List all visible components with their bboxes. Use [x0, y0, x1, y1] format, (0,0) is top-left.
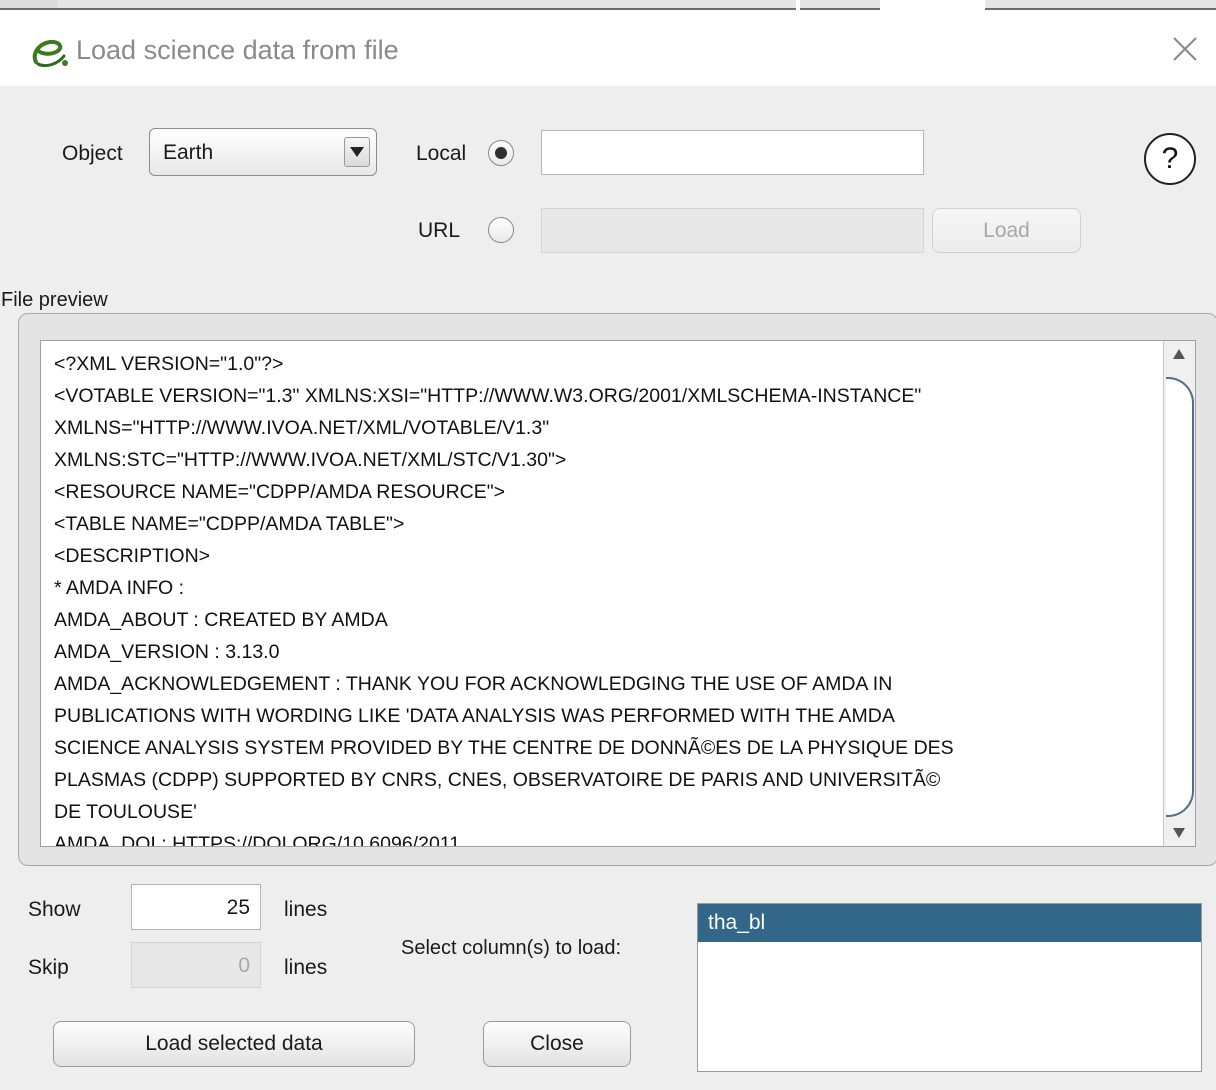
preview-line: <?XML VERSION="1.0"?> — [54, 353, 284, 375]
preview-line: AMDA_ACKNOWLEDGEMENT : THANK YOU FOR ACK… — [54, 673, 893, 695]
chevron-down-icon — [350, 147, 364, 157]
preview-line: <VOTABLE VERSION="1.3" XMLNS:XSI="HTTP:/… — [54, 385, 922, 407]
url-label: URL — [418, 219, 461, 242]
preview-line: XMLNS="HTTP://WWW.IVOA.NET/XML/VOTABLE/V… — [54, 417, 550, 439]
local-file-input[interactable] — [541, 130, 924, 175]
file-preview-textarea[interactable]: <?XML VERSION="1.0"?> <VOTABLE VERSION="… — [40, 340, 1196, 847]
column-list-item[interactable]: tha_bl — [698, 904, 1201, 942]
background-tab — [58, 0, 796, 10]
preview-line: PLASMAS (CDPP) SUPPORTED BY CNRS, CNES, … — [54, 769, 941, 791]
preview-line: AMDA_ABOUT : CREATED BY AMDA — [54, 609, 388, 631]
local-radio[interactable] — [488, 140, 514, 166]
background-tab — [0, 0, 58, 10]
object-label: Object — [62, 142, 123, 165]
close-button[interactable]: Close — [483, 1021, 631, 1067]
preview-line: <DESCRIPTION> — [54, 545, 211, 567]
app-logo-icon — [30, 34, 70, 70]
skip-label: Skip — [28, 956, 69, 979]
select-columns-label: Select column(s) to load: — [401, 937, 622, 959]
show-lines-input[interactable]: 25 — [131, 884, 261, 930]
preview-line: * AMDA INFO : — [54, 577, 185, 599]
scroll-down-arrow-icon[interactable] — [1167, 821, 1191, 843]
preview-line: <RESOURCE NAME="CDPP/AMDA RESOURCE"> — [54, 481, 506, 503]
dialog-title: Load science data from file — [76, 35, 399, 65]
background-tab — [800, 0, 880, 10]
dialog-title-bar[interactable]: Load science data from file — [0, 12, 1216, 86]
background-window-strip — [0, 0, 1216, 12]
scrollbar-thumb[interactable] — [1166, 377, 1194, 817]
radio-selected-dot — [495, 147, 507, 159]
scroll-up-arrow-icon[interactable] — [1167, 344, 1191, 366]
skip-unit-label: lines — [284, 956, 328, 979]
preview-scrollbar[interactable] — [1163, 341, 1195, 846]
background-tab — [985, 0, 1216, 10]
dropdown-arrow-button[interactable] — [344, 137, 370, 167]
file-preview-title: File preview — [1, 289, 108, 311]
skip-lines-input[interactable]: 0 — [131, 942, 261, 988]
columns-list[interactable]: tha_bl — [697, 903, 1202, 1072]
preview-line: XMLNS:STC="HTTP://WWW.IVOA.NET/XML/STC/V… — [54, 449, 567, 471]
preview-line: AMDA_DOI : HTTPS://DOI.ORG/10.6096/2011 — [54, 833, 461, 847]
show-unit-label: lines — [284, 898, 328, 921]
load-selected-data-button[interactable]: Load selected data — [53, 1021, 415, 1067]
load-url-button[interactable]: Load — [932, 208, 1081, 253]
preview-line: SCIENCE ANALYSIS SYSTEM PROVIDED BY THE … — [54, 737, 954, 759]
file-preview-content: <?XML VERSION="1.0"?> <VOTABLE VERSION="… — [54, 348, 1164, 847]
preview-line: AMDA_VERSION : 3.13.0 — [54, 641, 280, 663]
url-input[interactable] — [541, 208, 924, 253]
show-label: Show — [28, 898, 81, 921]
object-dropdown[interactable]: Earth — [149, 128, 377, 176]
preview-line: DE TOULOUSE' — [54, 801, 197, 823]
close-icon[interactable] — [1170, 34, 1200, 64]
help-button[interactable]: ? — [1144, 133, 1196, 185]
preview-line: <TABLE NAME="CDPP/AMDA TABLE"> — [54, 513, 405, 535]
url-radio[interactable] — [488, 217, 514, 243]
object-dropdown-value: Earth — [163, 141, 214, 164]
preview-line: PUBLICATIONS WITH WORDING LIKE 'DATA ANA… — [54, 705, 895, 727]
local-label: Local — [416, 142, 467, 165]
